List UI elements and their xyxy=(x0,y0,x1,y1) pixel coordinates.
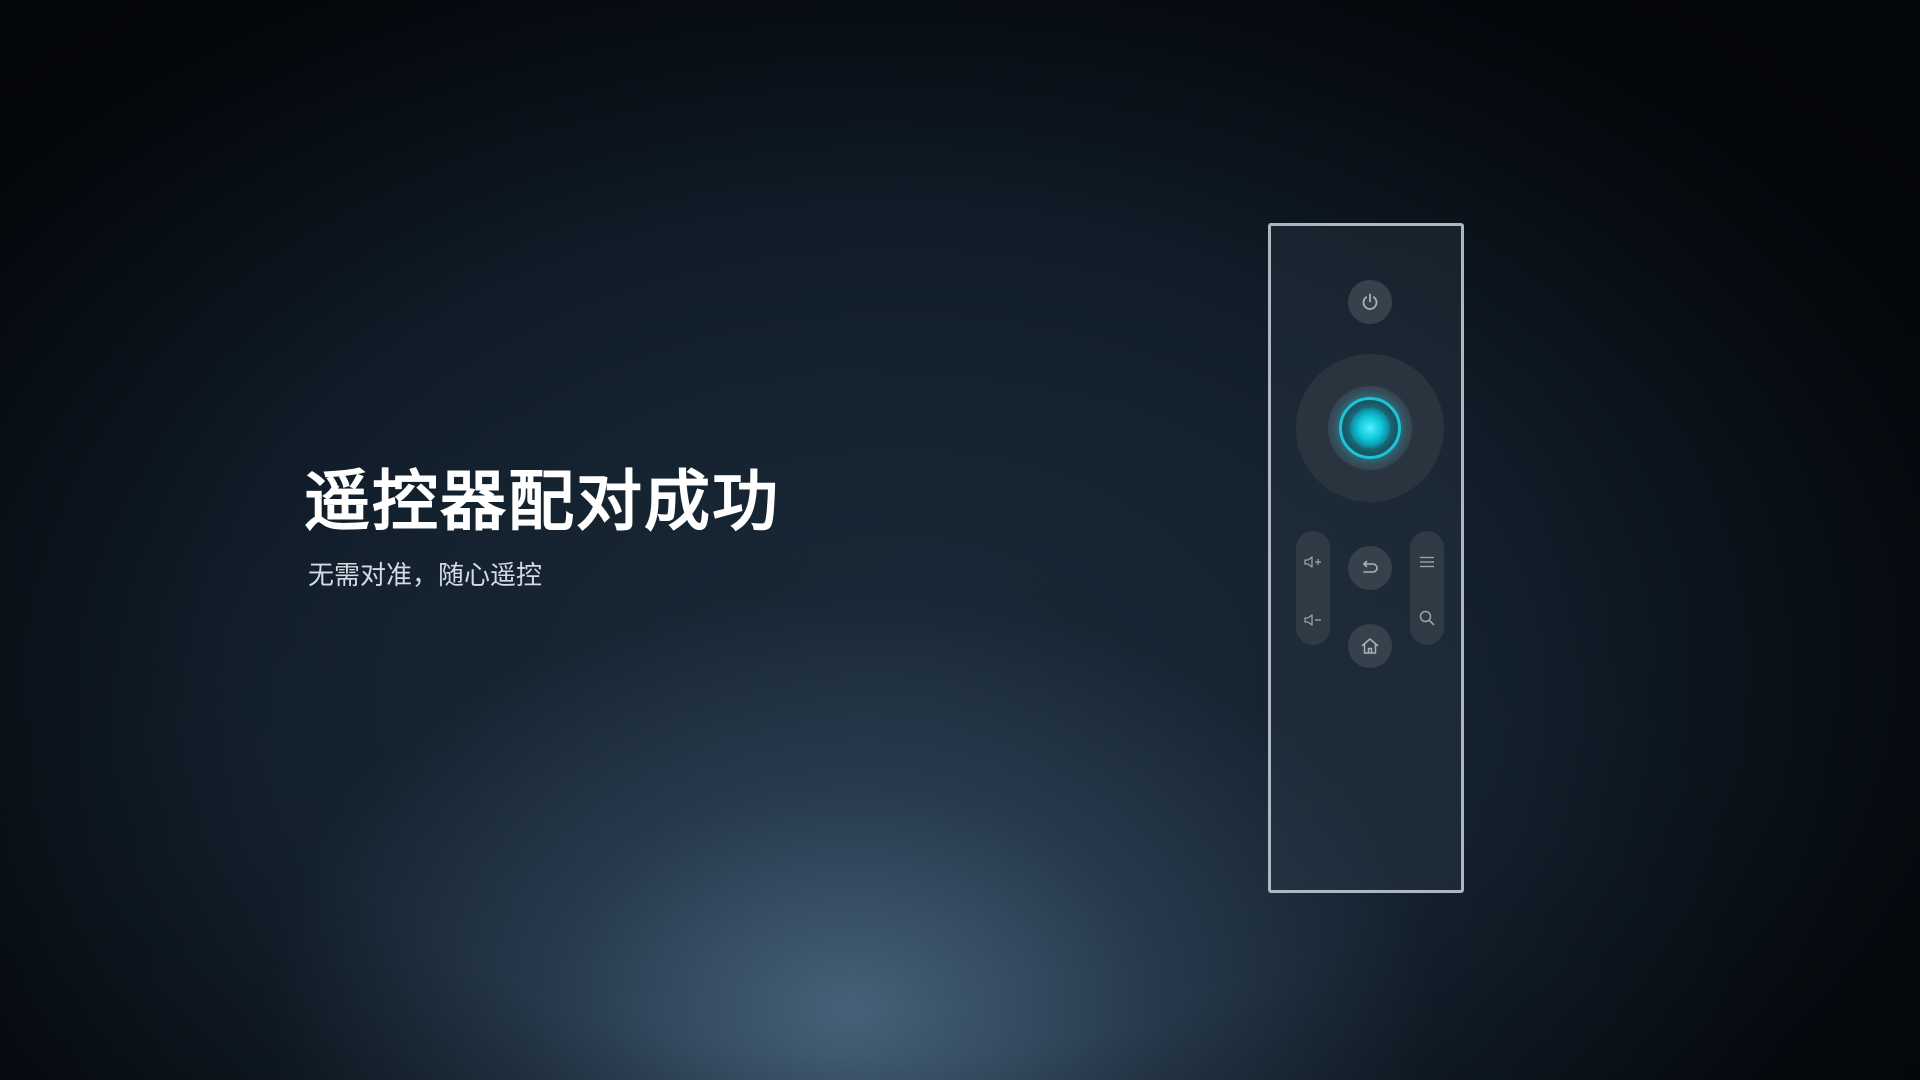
ok-glow-dot xyxy=(1350,408,1390,448)
power-icon xyxy=(1360,292,1380,312)
remote-power-button xyxy=(1348,280,1392,324)
back-icon xyxy=(1360,560,1380,576)
background-vignette xyxy=(0,0,1920,1080)
volume-down-icon xyxy=(1296,609,1330,631)
remote-volume-rocker xyxy=(1296,531,1330,645)
pairing-success-screen: 遥控器配对成功 无需对准，随心遥控 xyxy=(0,0,1920,1080)
home-icon xyxy=(1360,637,1380,655)
volume-up-icon xyxy=(1296,551,1330,573)
ok-glow-ring xyxy=(1339,397,1401,459)
pairing-success-title: 遥控器配对成功 xyxy=(304,463,780,540)
remote-dpad xyxy=(1296,354,1444,502)
remote-menu-search-key xyxy=(1410,531,1444,645)
remote-home-button xyxy=(1348,624,1392,668)
remote-ok-button xyxy=(1328,386,1412,470)
menu-icon xyxy=(1410,551,1444,573)
search-icon xyxy=(1410,607,1444,629)
pairing-success-subtitle: 无需对准，随心遥控 xyxy=(308,561,543,591)
remote-back-button xyxy=(1348,546,1392,590)
remote-control-illustration xyxy=(1268,223,1464,893)
